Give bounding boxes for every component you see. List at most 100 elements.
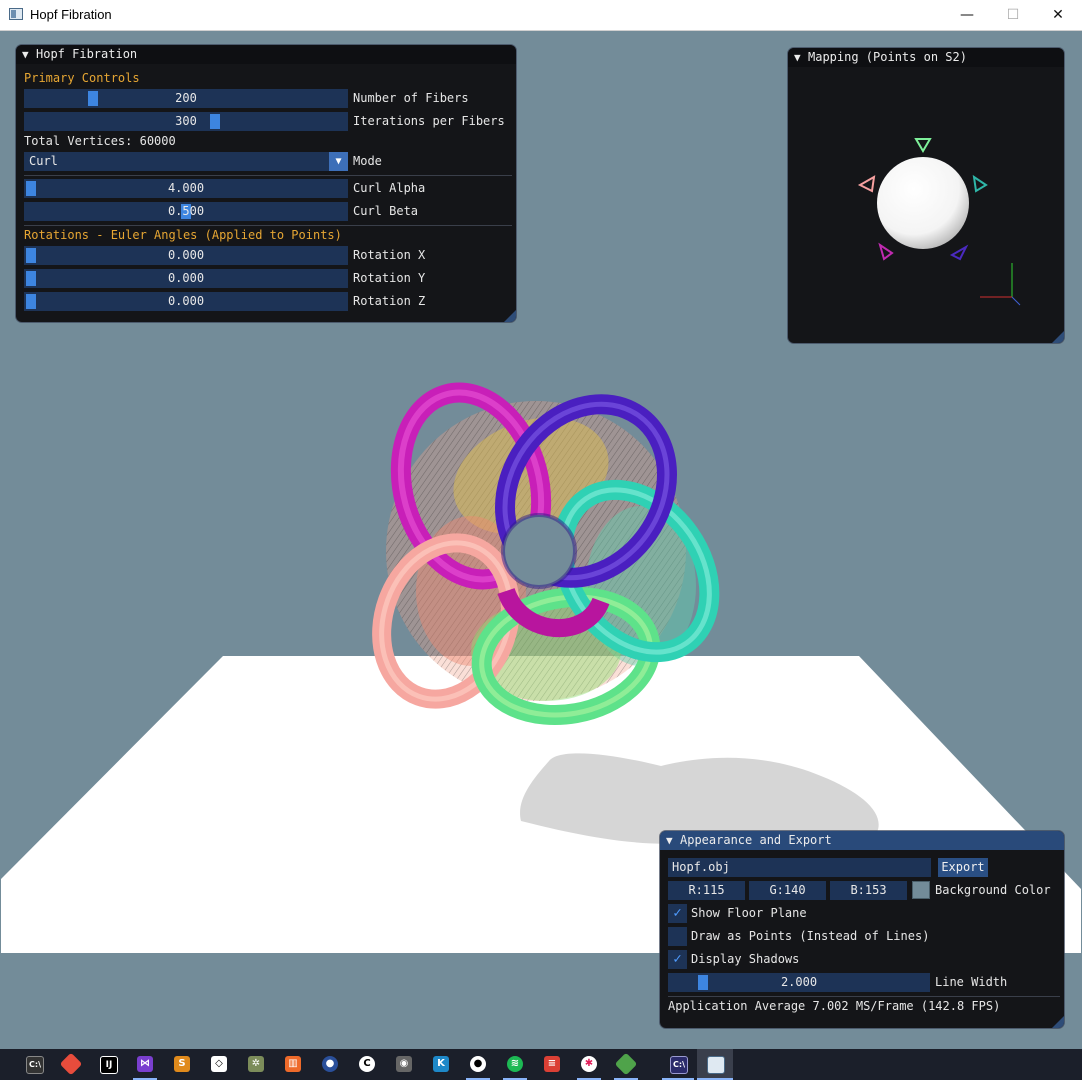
rotation-x-slider[interactable]: 0.000 [24,246,348,265]
github-icon[interactable]: ● [470,1056,486,1072]
collapse-triangle-icon[interactable]: ▼ [794,48,801,67]
iterations-label: Iterations per Fibers [353,114,505,128]
line-width-slider[interactable]: 2.000 [668,973,930,992]
blue-value: B:153 [850,883,887,897]
panel-title: Mapping (Points on S2) [808,50,967,64]
green-value: G:140 [769,883,806,897]
rotation-z-label: Rotation Z [353,294,426,308]
slider-grab[interactable] [26,248,36,263]
panel-title-bar[interactable]: ▼ Hopf Fibration [16,45,516,64]
tool-icon[interactable]: ✲ [248,1056,264,1072]
separator [24,175,512,176]
curl-alpha-slider[interactable]: 4.000 [24,179,348,198]
rotation-z-slider[interactable]: 0.000 [24,292,348,311]
rotations-header: Rotations - Euler Angles (Applied to Poi… [24,228,342,242]
hopf-controls-panel[interactable]: ▼ Hopf Fibration Primary Controls 200 Nu… [16,45,516,322]
number-of-fibers-slider[interactable]: 200 [24,89,348,108]
background-color-label: Background Color [935,883,1051,897]
ableton-icon[interactable]: ▥ [285,1056,301,1072]
visual-studio-icon[interactable]: ⋈ [137,1056,153,1072]
window-title: Hopf Fibration [30,7,112,22]
curl-beta-slider[interactable]: 0.500 [24,202,348,221]
hopf-app-icon[interactable] [707,1056,725,1074]
resize-grip[interactable] [1052,1016,1064,1028]
slider-grab[interactable] [210,114,220,129]
slider-value: 300 [175,114,197,128]
green-channel-input[interactable]: G:140 [749,881,826,900]
krita-icon[interactable]: K [433,1056,449,1072]
slider-grab[interactable] [26,294,36,309]
total-vertices-text: Total Vertices: 60000 [24,134,176,148]
console-icon[interactable]: C:\ [26,1056,44,1074]
display-shadows-label: Display Shadows [691,952,800,966]
minimize-button[interactable]: — [944,0,990,30]
slider-value: 2.000 [780,975,818,989]
maximize-button[interactable]: ☐ [990,0,1036,30]
window-titlebar: Hopf Fibration — ☐ ✕ [0,0,1082,31]
primary-controls-header: Primary Controls [24,71,140,85]
panel-title: Appearance and Export [680,833,832,847]
slider-grab[interactable] [88,91,98,106]
slider-value: 0.000 [167,294,205,308]
mapping-panel[interactable]: ▼ Mapping (Points on S2) [788,48,1064,343]
iterations-slider[interactable]: 300 [24,112,348,131]
number-of-fibers-label: Number of Fibers [353,91,469,105]
rotation-x-label: Rotation X [353,248,426,262]
separator [24,225,512,226]
close-button[interactable]: ✕ [1035,0,1081,30]
jetbrains-icon[interactable]: IJ [100,1056,118,1074]
collapse-triangle-icon[interactable]: ▼ [22,45,29,64]
unity-icon[interactable]: ◇ [211,1056,227,1072]
mode-label: Mode [353,154,382,168]
slider-value: 0.000 [167,271,205,285]
panel-title-bar[interactable]: ▼ Mapping (Points on S2) [788,48,1064,67]
rotation-y-label: Rotation Y [353,271,426,285]
background-color-swatch[interactable] [912,881,930,899]
filename-input[interactable]: Hopf.obj [668,858,931,877]
display-shadows-checkbox[interactable]: ✓ [668,950,687,969]
panel-title: Hopf Fibration [36,47,138,61]
app-icon [9,8,23,20]
fps-readout: Application Average 7.002 MS/Frame (142.… [668,999,1001,1013]
resize-grip[interactable] [1052,331,1064,343]
curl-alpha-label: Curl Alpha [353,181,426,195]
appearance-export-panel[interactable]: ▼ Appearance and Export Hopf.obj Export … [660,831,1064,1028]
taskbar: C:\ IJ ⋈ S ◇ ✲ ▥ ● C ◉ K ● ≋ ≡ ✱ C:\ [0,1049,1082,1080]
collapse-triangle-icon[interactable]: ▼ [666,831,673,850]
sublime-icon[interactable]: S [174,1056,190,1072]
slider-grab[interactable] [26,181,36,196]
terminal-icon[interactable]: C:\ [670,1056,688,1074]
slider-value: 0.000 [167,248,205,262]
show-floor-checkbox[interactable]: ✓ [668,904,687,923]
todoist-icon[interactable]: ≡ [544,1056,560,1072]
ccleaner-icon[interactable]: C [359,1056,375,1072]
s2-mapping-view [857,138,1021,306]
export-button[interactable]: Export [938,858,988,877]
blender-icon[interactable]: ● [322,1056,338,1072]
spotify-icon[interactable]: ≋ [507,1056,523,1072]
blue-channel-input[interactable]: B:153 [830,881,907,900]
dropdown-arrow-icon[interactable]: ▼ [329,152,348,171]
draw-points-checkbox[interactable] [668,927,687,946]
git-extensions-icon[interactable] [614,1052,638,1076]
slack-icon[interactable]: ✱ [581,1056,597,1072]
mode-value: Curl [29,154,58,168]
show-floor-label: Show Floor Plane [691,906,807,920]
red-value: R:115 [688,883,725,897]
gimp-icon[interactable]: ◉ [396,1056,412,1072]
axis-gizmo [980,263,1021,306]
slider-grab[interactable] [26,271,36,286]
draw-points-label: Draw as Points (Instead of Lines) [691,929,930,943]
s2-sphere [877,157,969,249]
panel-title-bar[interactable]: ▼ Appearance and Export [660,831,1064,850]
slider-value: 4.000 [167,181,205,195]
mode-dropdown[interactable]: Curl ▼ [24,152,348,171]
line-width-label: Line Width [935,975,1008,989]
red-channel-input[interactable]: R:115 [668,881,745,900]
resize-grip[interactable] [504,310,516,322]
slider-grab[interactable] [698,975,708,990]
rotation-y-slider[interactable]: 0.000 [24,269,348,288]
curl-beta-label: Curl Beta [353,204,419,218]
active-app-tab[interactable] [697,1049,733,1080]
git-icon[interactable] [59,1052,83,1076]
